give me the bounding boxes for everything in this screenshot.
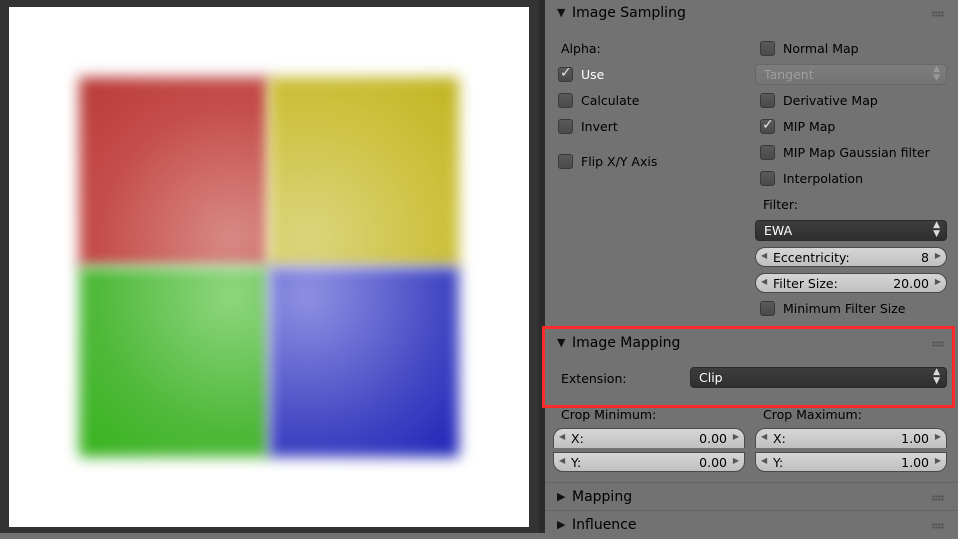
filter-size-label: Filter Size: [773, 276, 838, 291]
highlight-box [542, 326, 955, 408]
alpha-label: Alpha: [561, 41, 601, 56]
drag-grip-icon[interactable] [932, 523, 944, 529]
derivative-map-label: Derivative Map [783, 93, 878, 108]
mip-map-gaussian-label: MIP Map Gaussian filter [783, 145, 930, 160]
decrement-arrow-icon[interactable]: ◀ [761, 251, 767, 260]
eccentricity-label: Eccentricity: [773, 250, 850, 265]
filter-type-value: EWA [764, 223, 793, 238]
panel-separator [545, 482, 958, 483]
decrement-arrow-icon[interactable]: ◀ [761, 277, 767, 286]
crop-min-x-value: 0.00 [699, 431, 727, 446]
eccentricity-field[interactable]: ◀ Eccentricity: 8 ▶ [755, 247, 947, 267]
increment-arrow-icon[interactable]: ▶ [935, 277, 941, 286]
flip-xy-label: Flip X/Y Axis [581, 154, 658, 169]
mip-map-gaussian-checkbox[interactable] [760, 145, 775, 160]
panel-title: Influence [572, 517, 637, 533]
filter-type-dropdown[interactable]: EWA ▲ ▼ [755, 220, 947, 241]
image-sampling-header[interactable]: ▼ Image Sampling [545, 1, 958, 27]
drag-grip-icon[interactable] [932, 11, 944, 17]
updown-arrows-icon: ▲ ▼ [933, 220, 940, 239]
invert-alpha-checkbox[interactable] [558, 119, 573, 134]
mip-map-label: MIP Map [783, 119, 836, 134]
quadrant-top-right [269, 77, 459, 267]
increment-arrow-icon[interactable]: ▶ [935, 432, 941, 441]
crop-min-y-value: 0.00 [699, 455, 727, 470]
use-alpha-label: Use [581, 67, 605, 82]
crop-max-y-field[interactable]: ◀ Y: 1.00 ▶ [755, 452, 947, 472]
decrement-arrow-icon[interactable]: ◀ [559, 432, 565, 441]
texture-image [79, 77, 459, 457]
crop-minimum-label: Crop Minimum: [561, 407, 657, 422]
texture-preview-canvas [9, 7, 529, 527]
flip-xy-checkbox[interactable] [558, 154, 573, 169]
crop-min-y-label: Y: [571, 455, 582, 470]
filter-size-value: 20.00 [893, 276, 929, 291]
quadrant-bottom-left [79, 267, 269, 457]
filter-label: Filter: [763, 197, 798, 212]
decrement-arrow-icon[interactable]: ◀ [761, 432, 767, 441]
updown-arrows-icon: ▲ ▼ [933, 64, 940, 83]
mapping-header[interactable]: ▶ Mapping [545, 485, 958, 511]
crop-max-x-value: 1.00 [901, 431, 929, 446]
filter-size-field[interactable]: ◀ Filter Size: 20.00 ▶ [755, 273, 947, 293]
crop-max-x-label: X: [773, 431, 786, 446]
minimum-filter-size-checkbox[interactable] [760, 301, 775, 316]
expand-triangle-icon: ▶ [557, 490, 566, 503]
eccentricity-value: 8 [921, 250, 929, 265]
normal-map-label: Normal Map [783, 41, 859, 56]
interpolation-checkbox[interactable] [760, 171, 775, 186]
crop-max-y-value: 1.00 [901, 455, 929, 470]
drag-grip-icon[interactable] [932, 495, 944, 501]
crop-max-y-label: Y: [773, 455, 784, 470]
calculate-alpha-checkbox[interactable] [558, 93, 573, 108]
texture-preview-area [0, 0, 542, 533]
decrement-arrow-icon[interactable]: ◀ [559, 456, 565, 465]
crop-min-y-field[interactable]: ◀ Y: 0.00 ▶ [553, 452, 745, 472]
texture-properties-panel: ▼ Image Sampling Alpha: Use Calculate In… [545, 0, 958, 533]
expand-triangle-icon: ▶ [557, 518, 566, 531]
panel-title: Mapping [572, 489, 633, 505]
influence-header[interactable]: ▶ Influence [545, 513, 958, 539]
quadrant-top-left [79, 77, 269, 267]
panel-title: Image Sampling [572, 5, 686, 21]
minimum-filter-size-label: Minimum Filter Size [783, 301, 906, 316]
crop-min-x-label: X: [571, 431, 584, 446]
increment-arrow-icon[interactable]: ▶ [733, 456, 739, 465]
crop-min-x-field[interactable]: ◀ X: 0.00 ▶ [553, 428, 745, 448]
normal-map-checkbox[interactable] [760, 41, 775, 56]
collapse-triangle-icon: ▼ [557, 6, 566, 19]
mip-map-checkbox[interactable] [760, 117, 775, 134]
panel-separator [545, 510, 958, 511]
crop-max-x-field[interactable]: ◀ X: 1.00 ▶ [755, 428, 947, 448]
normal-space-value: Tangent [764, 67, 814, 82]
use-alpha-checkbox[interactable] [558, 65, 573, 82]
increment-arrow-icon[interactable]: ▶ [935, 456, 941, 465]
decrement-arrow-icon[interactable]: ◀ [761, 456, 767, 465]
calculate-alpha-label: Calculate [581, 93, 640, 108]
interpolation-label: Interpolation [783, 171, 863, 186]
increment-arrow-icon[interactable]: ▶ [935, 251, 941, 260]
increment-arrow-icon[interactable]: ▶ [733, 432, 739, 441]
derivative-map-checkbox[interactable] [760, 93, 775, 108]
normal-space-dropdown: Tangent ▲ ▼ [755, 64, 947, 85]
quadrant-bottom-right [269, 267, 459, 457]
invert-alpha-label: Invert [581, 119, 618, 134]
crop-maximum-label: Crop Maximum: [763, 407, 862, 422]
